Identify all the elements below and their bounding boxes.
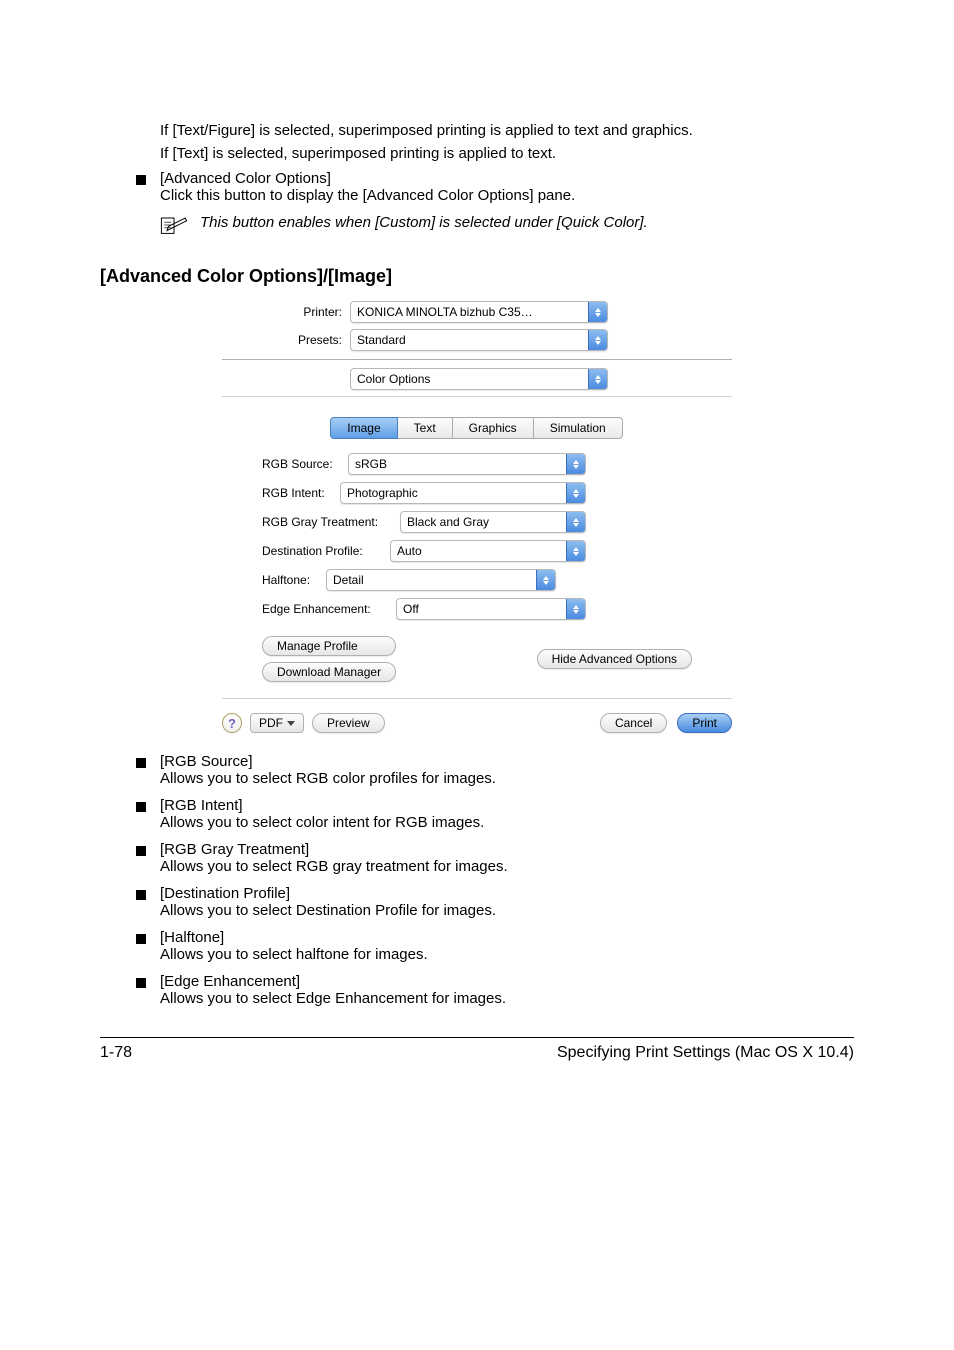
tab-graphics[interactable]: Graphics — [452, 417, 534, 439]
footer-title: Specifying Print Settings (Mac OS X 10.4… — [557, 1044, 854, 1062]
halftone-value: Detail — [333, 573, 370, 587]
bullet-square-icon — [136, 175, 146, 185]
chevron-updown-icon — [588, 330, 607, 350]
edge-enh-select[interactable]: Off — [396, 598, 586, 620]
printer-value: KONICA MINOLTA bizhub C35… — [357, 305, 539, 319]
bullet-square-icon — [136, 890, 146, 900]
presets-label: Presets: — [222, 333, 350, 347]
halftone-select[interactable]: Detail — [326, 569, 556, 591]
rgb-source-label: RGB Source: — [262, 457, 348, 471]
bullet-square-icon — [136, 846, 146, 856]
body-a: Click this button to display the — [160, 187, 358, 204]
rgb-source-value: sRGB — [355, 457, 393, 471]
paragraph-text-only: If [Text] is selected, superimposed prin… — [160, 143, 854, 164]
manage-profile-button[interactable]: Manage Profile — [262, 636, 396, 656]
pdf-menu-button[interactable]: PDF — [250, 713, 304, 733]
chevron-updown-icon — [588, 302, 607, 322]
tab-text[interactable]: Text — [397, 417, 453, 439]
tab-simulation[interactable]: Simulation — [533, 417, 623, 439]
chevron-updown-icon — [566, 541, 585, 561]
bullet-title-rgb-intent: [RGB Intent] — [160, 797, 854, 814]
bullet-square-icon — [136, 934, 146, 944]
dest-profile-select[interactable]: Auto — [390, 540, 586, 562]
dest-profile-label: Destination Profile: — [262, 544, 390, 558]
dest-profile-value: Auto — [397, 544, 428, 558]
chevron-updown-icon — [536, 570, 555, 590]
preview-button[interactable]: Preview — [312, 713, 385, 733]
bullet-desc-dest-profile: Allows you to select Destination Profile… — [160, 902, 854, 919]
page-number: 1-78 — [100, 1044, 132, 1062]
chevron-updown-icon — [588, 369, 607, 389]
bullet-desc-halftone: Allows you to select halftone for images… — [160, 946, 854, 963]
bullet-desc-rgb-gray: Allows you to select RGB gray treatment … — [160, 858, 854, 875]
bullet-title-rgb-gray: [RGB Gray Treatment] — [160, 841, 854, 858]
rgb-gray-value: Black and Gray — [407, 515, 495, 529]
chevron-updown-icon — [566, 483, 585, 503]
bullet-square-icon — [136, 758, 146, 768]
page-footer: 1-78 Specifying Print Settings (Mac OS X… — [100, 1037, 854, 1062]
printer-label: Printer: — [222, 305, 350, 319]
paragraph-text-figure: If [Text/Figure] is selected, superimpos… — [160, 120, 854, 141]
section-heading: [Advanced Color Options]/[Image] — [100, 266, 854, 287]
rgb-gray-select[interactable]: Black and Gray — [400, 511, 586, 533]
bullet-title-halftone: [Halftone] — [160, 929, 854, 946]
bullet-title-dest-profile: [Destination Profile] — [160, 885, 854, 902]
cancel-button[interactable]: Cancel — [600, 713, 667, 733]
presets-select[interactable]: Standard — [350, 329, 608, 351]
bullet-title-rgb-source: [RGB Source] — [160, 753, 854, 770]
bullet-title-adv-color: [Advanced Color Options] — [160, 170, 854, 187]
print-button[interactable]: Print — [677, 713, 732, 733]
chevron-updown-icon — [566, 454, 585, 474]
rgb-intent-value: Photographic — [347, 486, 424, 500]
help-button[interactable]: ? — [222, 713, 242, 733]
chevron-updown-icon — [566, 599, 585, 619]
halftone-label: Halftone: — [262, 573, 326, 587]
body-c: pane. — [538, 187, 576, 204]
print-dialog: Printer: KONICA MINOLTA bizhub C35… Pres… — [222, 301, 732, 733]
panel-select[interactable]: Color Options — [350, 368, 608, 390]
hide-advanced-button[interactable]: Hide Advanced Options — [537, 649, 692, 669]
pdf-label: PDF — [259, 716, 283, 730]
rgb-gray-label: RGB Gray Treatment: — [262, 515, 400, 529]
bullet-desc-rgb-intent: Allows you to select color intent for RG… — [160, 814, 854, 831]
note-text: This button enables when [Custom] is sel… — [200, 214, 854, 231]
rgb-source-select[interactable]: sRGB — [348, 453, 586, 475]
bullet-title-edge-enh: [Edge Enhancement] — [160, 973, 854, 990]
download-manager-button[interactable]: Download Manager — [262, 662, 396, 682]
tab-strip: Image Text Graphics Simulation — [222, 417, 732, 439]
printer-select[interactable]: KONICA MINOLTA bizhub C35… — [350, 301, 608, 323]
tab-image[interactable]: Image — [330, 417, 397, 439]
bullet-square-icon — [136, 978, 146, 988]
body-b: [Advanced Color Options] — [363, 187, 534, 204]
bullet-square-icon — [136, 802, 146, 812]
edge-enh-value: Off — [403, 602, 425, 616]
chevron-down-icon — [287, 721, 295, 726]
bullet-desc-rgb-source: Allows you to select RGB color profiles … — [160, 770, 854, 787]
chevron-updown-icon — [566, 512, 585, 532]
rgb-intent-select[interactable]: Photographic — [340, 482, 586, 504]
presets-value: Standard — [357, 333, 412, 347]
note-icon — [160, 214, 188, 236]
edge-enh-label: Edge Enhancement: — [262, 602, 396, 616]
rgb-intent-label: RGB Intent: — [262, 486, 340, 500]
bullet-desc-adv-color: Click this button to display the [Advanc… — [160, 187, 854, 204]
panel-value: Color Options — [357, 372, 436, 386]
bullet-desc-edge-enh: Allows you to select Edge Enhancement fo… — [160, 990, 854, 1007]
